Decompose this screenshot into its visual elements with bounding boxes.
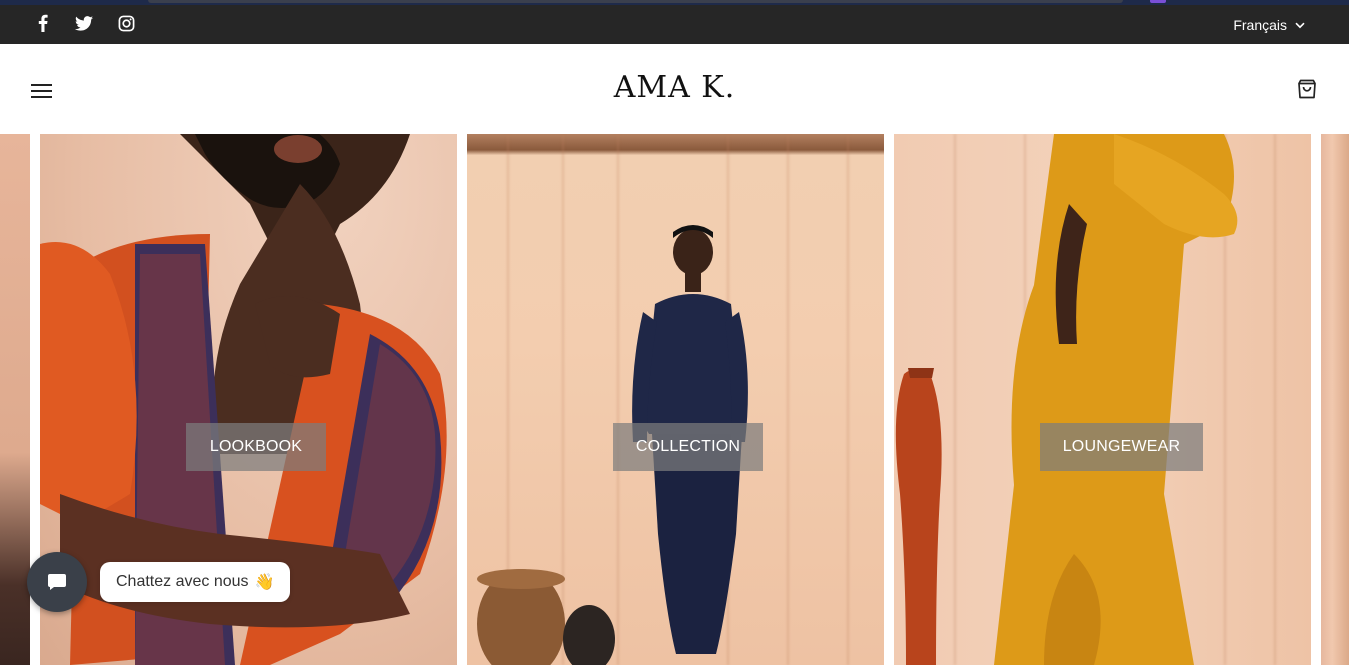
gallery-slide-loungewear[interactable]: LOUNGEWEAR — [894, 134, 1311, 665]
wave-emoji: 👋 — [254, 574, 275, 591]
language-selector[interactable]: Français — [1233, 14, 1305, 36]
browser-strip — [0, 0, 1349, 5]
language-label: Français — [1233, 17, 1287, 33]
shopping-bag-icon[interactable] — [1295, 77, 1319, 101]
site-header: AMA K. — [0, 44, 1349, 134]
lookbook-button[interactable]: LOOKBOOK — [186, 423, 326, 471]
chat-prompt-text: Chattez avec nous — [116, 573, 249, 590]
loungewear-button[interactable]: LOUNGEWEAR — [1040, 423, 1203, 471]
facebook-icon[interactable] — [36, 13, 50, 33]
loungewear-model-image — [895, 134, 1238, 665]
chat-prompt[interactable]: Chattez avec nous 👋 — [100, 562, 291, 602]
browser-strip-indicator — [1150, 0, 1166, 3]
top-bar: Français — [0, 0, 1349, 44]
gallery-slide-partial-right[interactable] — [1321, 134, 1349, 665]
chevron-down-icon — [1295, 22, 1305, 28]
site-logo[interactable]: AMA K. — [0, 70, 1349, 105]
twitter-icon[interactable] — [74, 13, 94, 33]
gallery-slide-collection[interactable]: COLLECTION — [467, 134, 884, 665]
gallery-slide-partial-left[interactable] — [0, 134, 30, 665]
instagram-icon[interactable] — [116, 13, 136, 33]
collection-button[interactable]: COLLECTION — [613, 423, 763, 471]
collection-model-image — [477, 225, 748, 665]
chat-icon[interactable] — [27, 552, 87, 612]
browser-strip-bar — [148, 0, 1123, 3]
